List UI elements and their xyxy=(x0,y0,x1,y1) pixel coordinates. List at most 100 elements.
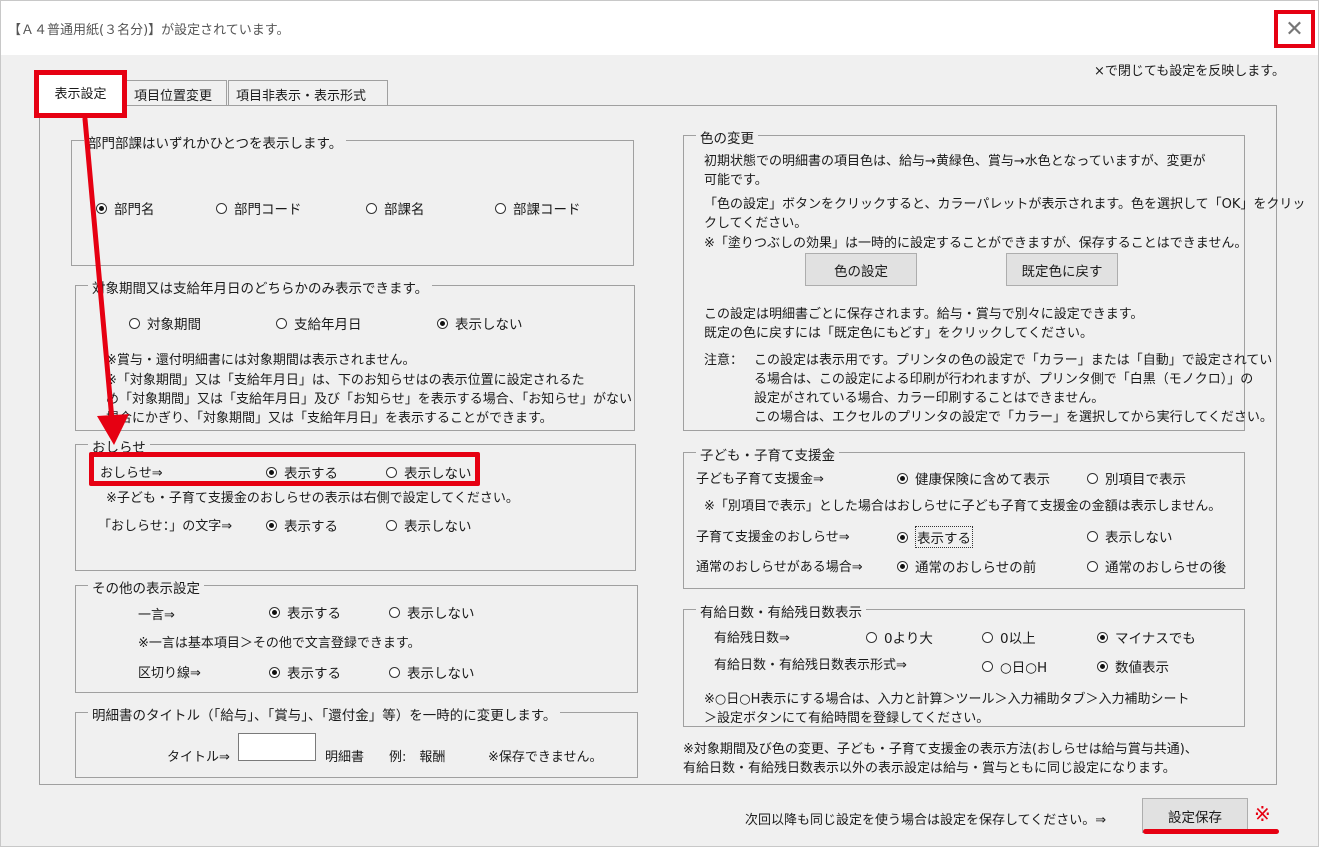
radio-label: 表示しない xyxy=(407,606,475,622)
paid-leave-group: 有給日数・有給残日数表示 有給残日数⇒ 0より大 0以上 マイナスでも 有給日数… xyxy=(683,601,1245,727)
leave-radio-negative[interactable]: マイナスでも xyxy=(1097,627,1196,647)
other-legend: その他の表示設定 xyxy=(88,577,204,597)
child-note: ※「別項目で表示」とした場合はおしらせに子ども子育て支援金の金額は表示しません。 xyxy=(704,499,1222,514)
leave-format-radio-number[interactable]: 数値表示 xyxy=(1097,656,1169,676)
notice-text-radio-hide[interactable]: 表示しない xyxy=(386,515,472,535)
dept-radio-name[interactable]: 部門名 xyxy=(96,198,155,218)
leave-row1-label: 有給残日数⇒ xyxy=(714,631,790,646)
radio-label: 部課名 xyxy=(384,202,425,218)
section-radio-name[interactable]: 部課名 xyxy=(366,198,425,218)
radio-label: 部門名 xyxy=(114,202,155,218)
period-note-3: め「対象期間」又は「支給年月日」及び「お知らせ」を表示する場合、「お知らせ」がな… xyxy=(106,392,632,407)
tab-item-position[interactable]: 項目位置変更 xyxy=(126,80,227,106)
tab-item-hidden-format[interactable]: 項目非表示・表示形式 xyxy=(228,80,388,106)
radio-label: 0以上 xyxy=(1000,631,1036,647)
radio-label: マイナスでも xyxy=(1115,631,1196,647)
save-settings-button[interactable]: 設定保存 xyxy=(1142,798,1248,833)
period-radio-none[interactable]: 表示しない xyxy=(437,313,523,333)
title-suffix: 明細書 xyxy=(325,750,365,765)
radio-label: 健康保険に含めて表示 xyxy=(915,472,1050,488)
leave-note-1: ※○日○H表示にする場合は、入力と計算＞ツール＞入力補助タブ＞入力補助シート xyxy=(704,692,1190,707)
radio-dot xyxy=(897,531,908,543)
comment-radio-show[interactable]: 表示する xyxy=(269,602,341,622)
child-notice-radio-hide[interactable]: 表示しない xyxy=(1087,526,1173,546)
period-radio-target[interactable]: 対象期間 xyxy=(129,313,201,333)
title-change-group: 明細書のタイトル（「給与」、「賞与」、「還付金」等）を一時的に変更します。 タイ… xyxy=(75,704,638,778)
title-bar: 【Ａ４普通用紙(３名分)】が設定されています。 ✕ xyxy=(1,1,1318,55)
child-radio-included[interactable]: 健康保険に含めて表示 xyxy=(897,468,1050,488)
title-note: ※保存できません。 xyxy=(488,750,603,765)
radio-label: 0より大 xyxy=(884,631,933,647)
radio-label: 表示しない xyxy=(407,666,475,682)
notice-highlight-box xyxy=(89,452,480,486)
divider-radio-show[interactable]: 表示する xyxy=(269,662,341,682)
color-line-7: 既定の色に戻すには「既定色にもどす」をクリックしてください。 xyxy=(704,326,1093,341)
child-radio-separate[interactable]: 別項目で表示 xyxy=(1087,468,1186,488)
period-note-2: ※「対象期間」又は「支給年月日」は、下のお知らせはの表示位置に設定されるた xyxy=(106,373,585,388)
notice-text-radio-show[interactable]: 表示する xyxy=(266,515,338,535)
close-button[interactable]: ✕ xyxy=(1274,10,1315,48)
period-note-4: 場合にかぎり、「対象期間」又は「支給年月日」を表示することができます。 xyxy=(106,411,553,426)
radio-dot xyxy=(495,202,506,214)
dept-group: 部門部課はいずれかひとつを表示します。 部門名 部門コード 部課名 部課コード xyxy=(71,132,634,266)
radio-label: 表示する xyxy=(287,606,341,622)
leave-format-radio-dayhour[interactable]: ○日○H xyxy=(982,656,1047,676)
radio-label: 部門コード xyxy=(234,202,302,218)
dept-radio-code[interactable]: 部門コード xyxy=(216,198,302,218)
child-order-radio-before[interactable]: 通常のおしらせの前 xyxy=(897,556,1036,576)
radio-label: 表示しない xyxy=(1105,530,1173,546)
title-label: タイトル⇒ xyxy=(167,750,230,765)
radio-dot xyxy=(276,317,287,329)
child-support-group: 子ども・子育て支援金 子ども子育て支援金⇒ 健康保険に含めて表示 別項目で表示 … xyxy=(683,444,1245,589)
leave-row2-label: 有給日数・有給残日数表示形式⇒ xyxy=(714,658,907,673)
footnote-2: 有給日数・有給残日数表示以外の表示設定は給与・賞与ともに同じ設定になります。 xyxy=(683,761,1176,776)
close-icon: ✕ xyxy=(1285,16,1304,42)
section-radio-code[interactable]: 部課コード xyxy=(495,198,581,218)
leave-radio-positive[interactable]: 0より大 xyxy=(866,627,933,647)
radio-dot xyxy=(1087,560,1098,572)
child-row3-label: 通常のおしらせがある場合⇒ xyxy=(696,560,863,575)
radio-dot xyxy=(897,560,908,572)
color-set-button[interactable]: 色の設定 xyxy=(805,253,917,286)
child-order-radio-after[interactable]: 通常のおしらせの後 xyxy=(1087,556,1226,576)
radio-dot xyxy=(266,519,277,531)
tab-display-settings[interactable]: 表示設定 xyxy=(34,70,127,118)
child-support-legend: 子ども・子育て支援金 xyxy=(696,444,839,464)
radio-dot xyxy=(96,202,107,214)
footnote-1: ※対象期間及び色の変更、子ども・子育て支援金の表示方法(おしらせは給与賞与共通)… xyxy=(683,742,1198,757)
radio-dot xyxy=(216,202,227,214)
radio-label: 数値表示 xyxy=(1115,660,1169,676)
color-reset-button[interactable]: 既定色に戻す xyxy=(1006,253,1118,286)
color-line-3: 「色の設定」ボタンをクリックすると、カラーパレットが表示されます。色を選択して「… xyxy=(704,197,1306,212)
dept-legend: 部門部課はいずれかひとつを表示します。 xyxy=(84,132,347,152)
radio-label: 部課コード xyxy=(513,202,581,218)
comment-radio-hide[interactable]: 表示しない xyxy=(389,602,475,622)
radio-label: ○日○H xyxy=(1000,660,1048,676)
period-legend: 対象期間又は支給年月日のどちらかのみ表示できます。 xyxy=(88,277,433,297)
child-row2-label: 子育て支援金のおしらせ⇒ xyxy=(696,530,850,545)
title-input[interactable] xyxy=(238,733,316,761)
radio-dot xyxy=(269,606,280,618)
title-change-legend: 明細書のタイトル（「給与」、「賞与」、「還付金」等）を一時的に変更します。 xyxy=(88,704,561,724)
radio-label: 通常のおしらせの前 xyxy=(915,560,1037,576)
divider-radio-hide[interactable]: 表示しない xyxy=(389,662,475,682)
notice-note: ※子ども・子育て支援金のおしらせの表示は右側で設定してください。 xyxy=(106,491,519,506)
child-notice-radio-show[interactable]: 表示する xyxy=(897,526,973,548)
radio-label: 表示する xyxy=(915,526,973,548)
radio-dot xyxy=(389,606,400,618)
window-title: 【Ａ４普通用紙(３名分)】が設定されています。 xyxy=(8,23,290,38)
radio-dot xyxy=(389,666,400,678)
period-note-1: ※賞与・還付明細書には対象期間は表示されません。 xyxy=(106,353,416,368)
period-radio-paydate[interactable]: 支給年月日 xyxy=(276,313,362,333)
leave-radio-zero[interactable]: 0以上 xyxy=(982,627,1036,647)
color-line-5: ※「塗りつぶしの効果」は一時的に設定することができますが、保存することはできませ… xyxy=(704,236,1248,251)
radio-dot xyxy=(982,631,993,643)
other-row1-label: 一言⇒ xyxy=(138,608,175,623)
color-line-4: クしてください。 xyxy=(704,216,808,231)
radio-dot xyxy=(982,660,993,672)
radio-label: 別項目で表示 xyxy=(1105,472,1186,488)
other-note: ※一言は基本項目＞その他で文言登録できます。 xyxy=(138,636,421,651)
radio-label: 表示しない xyxy=(455,317,523,333)
radio-dot xyxy=(1087,530,1098,542)
close-hint: ×で閉じても設定を反映します。 xyxy=(1094,64,1285,79)
